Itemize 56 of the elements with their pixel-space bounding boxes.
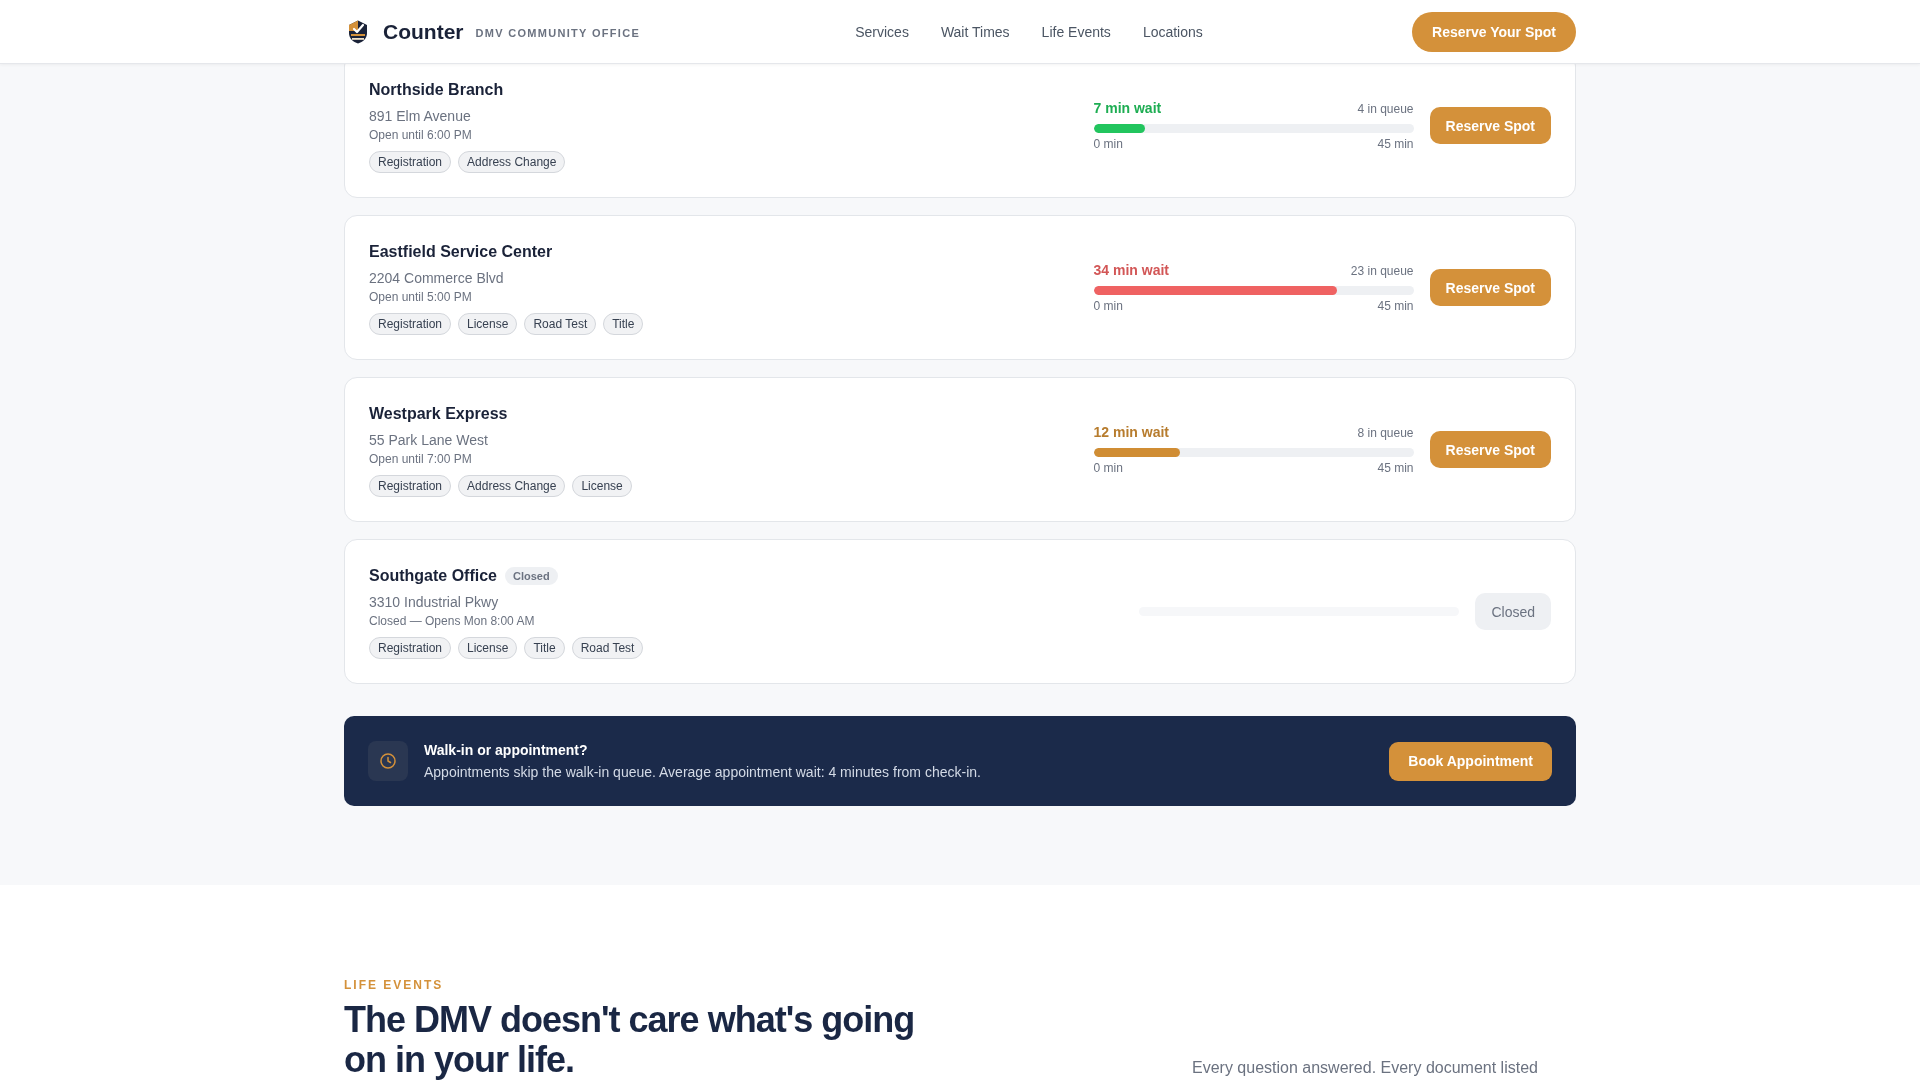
scale-min-label: 0 min xyxy=(1093,137,1123,151)
scale-min-label: 0 min xyxy=(1093,299,1123,313)
scale-max-label: 45 min xyxy=(1377,299,1414,313)
service-tag: Address Change xyxy=(458,474,566,497)
clock-icon xyxy=(368,741,408,781)
service-tag: License xyxy=(458,636,518,659)
reserve-your-spot-button[interactable]: Reserve Your Spot xyxy=(1412,11,1576,52)
nav-link[interactable]: Locations xyxy=(1142,23,1203,40)
nav-link[interactable]: Life Events xyxy=(1041,23,1111,40)
branch-address: 3310 Industrial Pkwy xyxy=(369,592,500,612)
branch-name: Eastfield Service Center xyxy=(369,242,553,261)
branch-hours: Closed — Opens Mon 8:00 AM xyxy=(369,612,536,629)
wait-time: 34 min wait xyxy=(1093,262,1169,278)
brand-tagline: DMV COMMUNITY OFFICE xyxy=(475,26,640,39)
branch-hours: Open until 7:00 PM xyxy=(369,450,473,467)
queue-count: 23 in queue xyxy=(1350,264,1414,278)
wait-time: 7 min wait xyxy=(1093,100,1162,116)
service-tag: Road Test xyxy=(524,312,597,335)
service-tag: Registration xyxy=(369,150,452,173)
branch-name: Southgate Office xyxy=(369,566,497,585)
wait-time: 12 min wait xyxy=(1093,424,1169,440)
nav-link[interactable]: Wait Times xyxy=(940,23,1010,40)
reserve-spot-button[interactable]: Reserve Spot xyxy=(1429,107,1551,144)
queue-count: 4 in queue xyxy=(1357,102,1414,116)
branch-address: 891 Elm Avenue xyxy=(369,106,472,126)
scale-max-label: 45 min xyxy=(1377,461,1414,475)
branch-address: 2204 Commerce Blvd xyxy=(369,268,505,288)
branch-address: 55 Park Lane West xyxy=(369,430,489,450)
scale-min-label: 0 min xyxy=(1093,461,1123,475)
branch-hours: Open until 6:00 PM xyxy=(369,126,473,143)
service-tag: Title xyxy=(524,636,565,659)
shield-logo-icon xyxy=(348,19,368,44)
queue-count: 8 in queue xyxy=(1357,426,1414,440)
service-tag: Registration xyxy=(369,312,452,335)
service-tag: Address Change xyxy=(458,150,566,173)
section-intro-text: Every question answered. Every document listed xyxy=(1192,1058,1539,1078)
branch-hours: Open until 5:00 PM xyxy=(369,288,473,305)
section-eyebrow: LIFE EVENTS xyxy=(344,978,445,992)
branch-name: Westpark Express xyxy=(369,404,508,423)
service-tag: Registration xyxy=(369,474,452,497)
service-tag: Registration xyxy=(369,636,452,659)
notice-title: Walk-in or appointment? xyxy=(424,741,589,760)
status-badge: Closed xyxy=(505,566,558,585)
section-heading: The DMV doesn't care what's going on in your life. xyxy=(344,1000,916,1080)
nav-link[interactable]: Services xyxy=(855,23,909,40)
notice-text: Appointments skip the walk-in queue. Average appointment wait: 4 minutes from check-in. xyxy=(424,763,982,782)
branch-name: Northside Branch xyxy=(369,80,504,99)
service-tag: License xyxy=(458,312,518,335)
service-tag: Road Test xyxy=(571,636,644,659)
reserve-spot-button[interactable]: Reserve Spot xyxy=(1429,431,1551,468)
service-tag: License xyxy=(572,474,632,497)
scale-max-label: 45 min xyxy=(1377,137,1414,151)
brand-name: Counter xyxy=(383,19,464,44)
service-tag: Title xyxy=(603,312,644,335)
book-appointment-button[interactable]: Book Appointment xyxy=(1389,741,1552,781)
reserve-spot-button[interactable]: Reserve Spot xyxy=(1429,269,1551,306)
